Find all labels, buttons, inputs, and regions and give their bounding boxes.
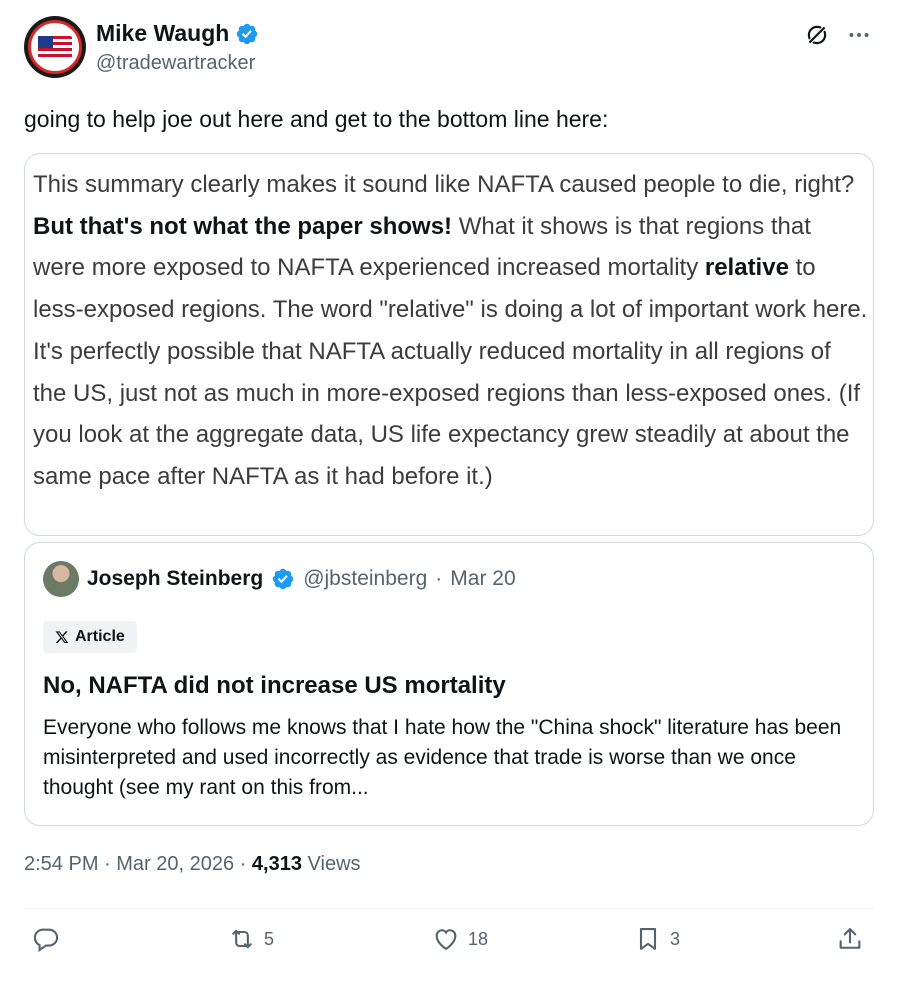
tweet-header: Mike Waugh @tradewartracker xyxy=(24,16,874,80)
author-handle[interactable]: @tradewartracker xyxy=(96,52,255,75)
excerpt-part-3: to less-exposed regions. The word "relat… xyxy=(33,254,868,490)
more-options-icon[interactable] xyxy=(846,22,872,48)
article-badge-label: Article xyxy=(75,628,125,645)
views-count: 4,313 xyxy=(251,853,302,875)
us-flag-icon xyxy=(38,36,72,58)
quoted-article-card[interactable]: Joseph Steinberg @jbsteinberg · Mar 20 A… xyxy=(24,542,874,826)
heart-icon xyxy=(435,929,457,951)
separator-dot: · xyxy=(435,567,443,590)
verified-badge-icon xyxy=(272,568,294,590)
retweet-count: 5 xyxy=(264,928,275,949)
bookmark-count: 3 xyxy=(670,928,681,949)
action-bar: 5 18 3 xyxy=(24,925,874,965)
embed-author-avatar[interactable] xyxy=(43,561,79,597)
share-button[interactable] xyxy=(836,925,864,953)
excerpt-part-1: This summary clearly makes it sound like… xyxy=(33,171,855,198)
embed-author-handle: @jbsteinberg xyxy=(303,567,428,590)
like-button[interactable]: 18 xyxy=(432,925,488,953)
excerpt-bold-1: But that's not what the paper shows! xyxy=(33,212,453,240)
retweet-button[interactable]: 5 xyxy=(228,925,274,953)
article-preview-text: Everyone who follows me knows that I hat… xyxy=(43,716,842,799)
divider xyxy=(24,908,874,909)
author-name-row: Mike Waugh xyxy=(96,20,259,47)
verified-badge-icon[interactable] xyxy=(235,22,259,46)
retweet-icon xyxy=(232,929,252,949)
tweet-text: going to help joe out here and get to th… xyxy=(24,106,609,132)
quoted-excerpt-text: This summary clearly makes it sound like… xyxy=(33,164,868,498)
article-title[interactable]: No, NAFTA did not increase US mortality xyxy=(43,672,506,700)
trade-war-tracker-logo xyxy=(28,20,82,74)
like-count: 18 xyxy=(468,928,489,949)
tweet-date[interactable]: Mar 20, 2026 xyxy=(116,853,234,875)
article-badge: Article xyxy=(43,621,137,653)
tweet-meta: 2:54 PM · Mar 20, 2026 · 4,313 Views xyxy=(24,853,361,876)
author-display-name[interactable]: Mike Waugh xyxy=(96,20,229,47)
quoted-screenshot[interactable]: This summary clearly makes it sound like… xyxy=(24,153,874,536)
reply-button[interactable] xyxy=(32,925,68,953)
author-avatar[interactable] xyxy=(24,16,86,78)
bookmark-button[interactable]: 3 xyxy=(634,925,680,953)
x-logo-icon xyxy=(55,631,69,644)
excerpt-bold-2: relative xyxy=(704,254,789,282)
separator-dot: · xyxy=(239,853,252,875)
embed-date: Mar 20 xyxy=(450,567,516,590)
reply-icon xyxy=(33,928,59,952)
embed-author-name[interactable]: Joseph Steinberg xyxy=(87,567,263,591)
share-icon xyxy=(839,928,861,949)
separator-dot: · xyxy=(104,853,117,875)
views-label: Views xyxy=(307,853,361,875)
bookmark-icon xyxy=(639,928,657,950)
grok-icon[interactable] xyxy=(804,22,830,48)
tweet-time[interactable]: 2:54 PM xyxy=(24,853,98,875)
embed-author-row: Joseph Steinberg @jbsteinberg · Mar 20 xyxy=(43,561,516,597)
